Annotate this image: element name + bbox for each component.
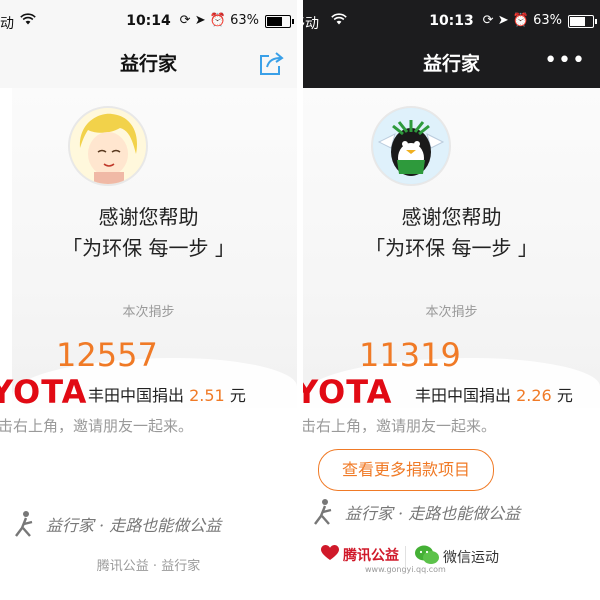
right-phone-screen: 移动 10:13 ⟳ ➤ ⏰ 63% 益行家 ••• bbox=[303, 0, 600, 600]
steps-label: 本次捐步 bbox=[425, 305, 478, 320]
donation-label: 丰田中国捐出 bbox=[88, 386, 185, 405]
battery-icon bbox=[265, 15, 294, 28]
lock-rotation-icon: ⟳ bbox=[179, 13, 191, 28]
wechat-icon bbox=[415, 545, 439, 564]
tencent-charity-label: 腾讯公益 bbox=[343, 548, 399, 564]
sponsor-logo: YOTA bbox=[0, 373, 88, 411]
walker-logo-icon bbox=[314, 499, 332, 525]
battery-percent: 63% bbox=[230, 13, 259, 28]
more-projects-button[interactable]: 查看更多捐款项目 bbox=[318, 449, 494, 491]
footer-text: 腾讯公益 · 益行家 bbox=[96, 559, 201, 574]
partner-divider bbox=[405, 546, 406, 568]
battery-percent: 63% bbox=[533, 13, 562, 28]
walker-logo-icon bbox=[15, 511, 33, 537]
location-arrow-icon: ➤ bbox=[497, 13, 509, 28]
nav-bar: 益行家 ••• bbox=[303, 38, 600, 88]
screenshot-comparison: 动 10:14 ⟳ ➤ ⏰ 63% 益行家 感谢您帮助 「为环保 每一步 」 本… bbox=[0, 0, 600, 600]
wechat-sport-label: 微信运动 bbox=[443, 550, 499, 566]
battery-icon bbox=[568, 15, 597, 28]
avatar bbox=[371, 106, 451, 186]
currency-unit: 元 bbox=[556, 386, 573, 405]
status-icons: ⟳ ➤ ⏰ 63% bbox=[483, 13, 562, 28]
avatar bbox=[68, 106, 148, 186]
nav-bar: 益行家 bbox=[0, 38, 297, 88]
slogan-text: 「为环保 每一步 」 bbox=[365, 236, 538, 260]
signature-text: 益行家 · 走路也能做公益 bbox=[46, 516, 222, 535]
step-count: 12557 bbox=[56, 336, 158, 374]
donation-label: 丰田中国捐出 bbox=[415, 386, 512, 405]
donation-text: 丰田中国捐出 2.51 元 bbox=[88, 382, 246, 406]
donation-amount: 2.51 bbox=[189, 386, 225, 405]
status-icons: ⟳ ➤ ⏰ 63% bbox=[180, 13, 259, 28]
lock-rotation-icon: ⟳ bbox=[482, 13, 494, 28]
donation-amount: 2.26 bbox=[516, 386, 552, 405]
left-phone-screen: 动 10:14 ⟳ ➤ ⏰ 63% 益行家 感谢您帮助 「为环保 每一步 」 本… bbox=[0, 0, 297, 600]
step-count: 11319 bbox=[359, 336, 461, 374]
thanks-text: 感谢您帮助 bbox=[401, 205, 502, 229]
status-bar: 动 10:14 ⟳ ➤ ⏰ 63% bbox=[0, 0, 297, 38]
steps-label: 本次捐步 bbox=[122, 305, 175, 320]
currency-unit: 元 bbox=[229, 386, 246, 405]
status-bar: 移动 10:13 ⟳ ➤ ⏰ 63% bbox=[303, 0, 600, 38]
donation-text: 丰田中国捐出 2.26 元 bbox=[415, 382, 573, 406]
alarm-icon: ⏰ bbox=[512, 13, 529, 28]
signature-text: 益行家 · 走路也能做公益 bbox=[345, 504, 521, 523]
sponsor-row: YOTA 丰田中国捐出 2.26 元 bbox=[303, 373, 600, 411]
invite-hint: 击右上角，邀请朋友一起来。 bbox=[0, 417, 194, 435]
sponsor-row: YOTA 丰田中国捐出 2.51 元 bbox=[0, 373, 297, 411]
slogan-text: 「为环保 每一步 」 bbox=[62, 236, 235, 260]
thanks-text: 感谢您帮助 bbox=[98, 205, 199, 229]
share-icon[interactable] bbox=[257, 50, 285, 78]
location-arrow-icon: ➤ bbox=[194, 13, 206, 28]
invite-hint: 击右上角，邀请朋友一起来。 bbox=[303, 417, 497, 435]
heart-logo-icon bbox=[321, 545, 339, 560]
sponsor-logo: YOTA bbox=[303, 373, 393, 411]
page-title: 益行家 bbox=[119, 53, 177, 75]
alarm-icon: ⏰ bbox=[209, 13, 226, 28]
more-icon[interactable]: ••• bbox=[544, 48, 586, 73]
